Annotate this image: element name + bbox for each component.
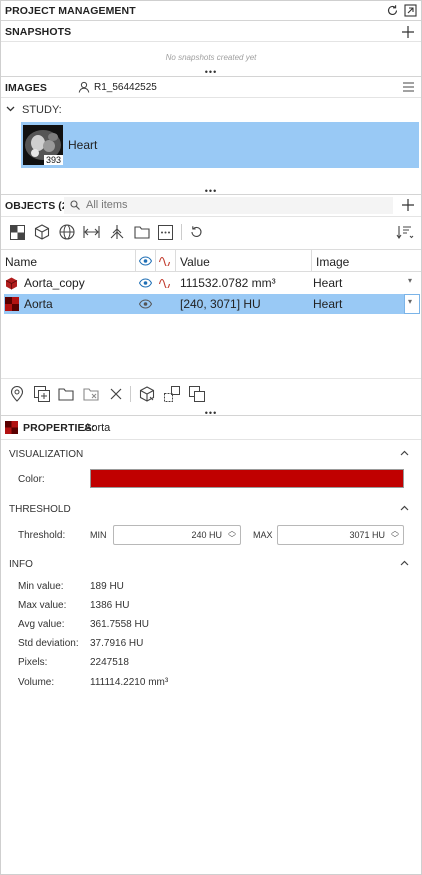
min-label: MIN bbox=[90, 530, 107, 540]
objects-table: Name Value Image Aorta_copy 111532.0782 … bbox=[0, 249, 422, 317]
object-value: [240, 3071] HU bbox=[180, 297, 261, 311]
visualization-header: VISUALIZATION bbox=[9, 449, 84, 460]
info-label: Pixels: bbox=[18, 657, 48, 668]
min-threshold-stepper[interactable]: 240 HU ︿ ﹀ bbox=[113, 525, 241, 545]
max-threshold-value: 3071 HU bbox=[349, 530, 385, 540]
col-value[interactable]: Value bbox=[180, 255, 210, 269]
folder-icon[interactable] bbox=[134, 225, 150, 239]
info-value: 189 HU bbox=[90, 581, 124, 592]
object-image[interactable]: Heart bbox=[313, 276, 342, 290]
properties-object-icon bbox=[5, 421, 18, 434]
info-collapse-chevron-up-icon[interactable] bbox=[400, 560, 409, 566]
measure-distance-icon[interactable] bbox=[83, 225, 100, 239]
centerline-icon[interactable] bbox=[109, 224, 125, 240]
threshold-tool-icon[interactable] bbox=[10, 225, 25, 240]
remove-from-folder-icon[interactable] bbox=[83, 387, 99, 401]
object-name: Aorta bbox=[24, 297, 53, 311]
info-label: Min value: bbox=[18, 581, 64, 592]
snapshots-empty-text: No snapshots created yet bbox=[165, 53, 257, 62]
splitter-handle[interactable]: ••• bbox=[0, 68, 422, 77]
panel-title: PROJECT MANAGEMENT bbox=[5, 5, 136, 17]
image-item-heart[interactable]: 393 Heart bbox=[21, 122, 419, 168]
object-value: 111532.0782 mm³ bbox=[180, 276, 276, 290]
col-name[interactable]: Name bbox=[5, 255, 37, 269]
stepper-arrows-icon[interactable]: ︿ ﹀ bbox=[391, 527, 399, 543]
merge-objects-icon[interactable] bbox=[189, 386, 205, 402]
sphere-icon[interactable] bbox=[59, 224, 75, 240]
table-header: Name Value Image bbox=[0, 249, 422, 272]
more-options-icon[interactable] bbox=[158, 225, 173, 240]
dropdown-arrow-icon[interactable]: ▾ bbox=[408, 297, 412, 306]
object-image[interactable]: Heart bbox=[313, 297, 342, 311]
table-row[interactable]: Aorta_copy 111532.0782 mm³ Heart ▾ bbox=[0, 273, 422, 293]
image-selector[interactable]: R1_56442525 bbox=[94, 82, 157, 93]
stepper-arrows-icon[interactable]: ︿ ﹀ bbox=[228, 527, 236, 543]
info-label: Volume: bbox=[18, 677, 55, 688]
object-mesh-icon bbox=[5, 277, 18, 290]
info-label: Std deviation: bbox=[18, 638, 79, 649]
table-row[interactable]: Aorta [240, 3071] HU Heart ▾ bbox=[0, 294, 422, 314]
info-header: INFO bbox=[9, 559, 33, 570]
dropdown-arrow-icon[interactable]: ▾ bbox=[408, 276, 412, 285]
properties-object-name: Aorta bbox=[84, 422, 111, 434]
object-name: Aorta_copy bbox=[24, 276, 85, 290]
study-chevron-down-icon[interactable] bbox=[6, 106, 15, 112]
info-label: Avg value: bbox=[18, 619, 65, 630]
images-menu-hamburger-icon[interactable] bbox=[403, 82, 414, 92]
threshold-header: THRESHOLD bbox=[9, 504, 71, 515]
image-badge: 393 bbox=[43, 155, 63, 165]
sort-icon[interactable] bbox=[396, 225, 414, 239]
objects-search-input[interactable]: All items bbox=[64, 197, 393, 214]
delete-close-icon[interactable] bbox=[110, 388, 122, 400]
add-object-plus-icon[interactable] bbox=[402, 199, 414, 211]
col-visibility-eye-icon[interactable] bbox=[139, 256, 152, 266]
images-header: IMAGES bbox=[5, 82, 48, 94]
search-icon bbox=[70, 200, 80, 210]
folder-icon[interactable] bbox=[58, 387, 74, 401]
curve-icon[interactable] bbox=[159, 278, 172, 288]
popout-icon[interactable] bbox=[404, 4, 417, 17]
info-value: 361.7558 HU bbox=[90, 619, 149, 630]
info-value: 111114.2210 mm³ bbox=[90, 677, 169, 688]
undo-refresh-icon[interactable] bbox=[189, 225, 203, 239]
user-icon bbox=[78, 81, 90, 93]
image-thumbnail: 393 bbox=[23, 125, 63, 165]
image-name: Heart bbox=[68, 138, 98, 152]
info-label: Max value: bbox=[18, 600, 67, 611]
objects-bottom-toolbar bbox=[0, 380, 422, 408]
max-threshold-stepper[interactable]: 3071 HU ︿ ﹀ bbox=[277, 525, 404, 545]
max-label: MAX bbox=[253, 530, 273, 540]
info-value: 37.7916 HU bbox=[90, 638, 144, 649]
col-curve-icon[interactable] bbox=[159, 256, 172, 266]
color-swatch[interactable] bbox=[90, 469, 404, 488]
snapshots-header: SNAPSHOTS bbox=[5, 26, 72, 38]
col-image[interactable]: Image bbox=[316, 255, 349, 269]
study-label: STUDY: bbox=[22, 104, 62, 116]
min-threshold-value: 240 HU bbox=[191, 530, 222, 540]
split-object-icon[interactable] bbox=[164, 386, 180, 402]
visibility-eye-icon[interactable] bbox=[139, 299, 152, 309]
objects-header: OBJECTS (2) bbox=[5, 200, 72, 212]
add-snapshot-plus-icon[interactable] bbox=[402, 26, 414, 38]
threshold-collapse-chevron-up-icon[interactable] bbox=[400, 505, 409, 511]
threshold-label: Threshold: bbox=[18, 530, 66, 541]
duplicate-icon[interactable] bbox=[34, 386, 50, 402]
visibility-eye-icon[interactable] bbox=[139, 278, 152, 288]
reset-icon[interactable] bbox=[386, 4, 399, 17]
info-value: 1386 HU bbox=[90, 600, 130, 611]
search-placeholder: All items bbox=[86, 199, 128, 211]
visualization-collapse-chevron-up-icon[interactable] bbox=[400, 450, 409, 456]
color-label: Color: bbox=[18, 474, 45, 485]
mesh-cube-icon[interactable] bbox=[139, 386, 155, 402]
location-pin-icon[interactable] bbox=[10, 386, 24, 402]
object-mask-icon bbox=[5, 297, 19, 311]
objects-toolbar bbox=[0, 218, 422, 246]
cube-icon[interactable] bbox=[34, 224, 50, 240]
info-value: 2247518 bbox=[90, 657, 129, 668]
